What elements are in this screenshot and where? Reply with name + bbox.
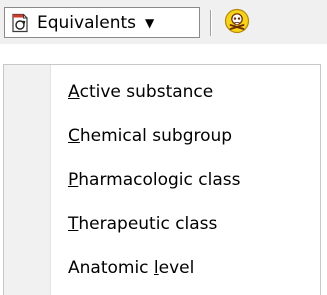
- menu-item-mnemonic: A: [68, 82, 80, 102]
- toolbar: Equivalents ▼: [0, 0, 327, 44]
- equivalents-menu: Active substance Chemical subgroup Pharm…: [3, 64, 321, 295]
- menu-item-label: evel: [158, 258, 195, 278]
- toxicity-button[interactable]: [222, 8, 252, 38]
- menu-item-label: Anatomic: [68, 258, 154, 278]
- caret-down-icon: ▼: [145, 15, 155, 30]
- menu-item-anatomic-level[interactable]: Anatomic l evel: [4, 246, 320, 290]
- menu-item-label: ctive substance: [79, 82, 214, 102]
- menu-item-active-substance[interactable]: Active substance: [4, 70, 320, 114]
- menu-item-mnemonic: P: [68, 170, 79, 190]
- equivalents-label: Equivalents: [37, 12, 136, 33]
- skull-crossbones-icon: [224, 8, 250, 38]
- menu-item-therapeutic-class[interactable]: Therapeutic class: [4, 202, 320, 246]
- menu-item-label: hemical subgroup: [79, 126, 233, 146]
- menu-item-mnemonic: C: [68, 126, 80, 146]
- toolbar-separator: [210, 10, 212, 36]
- menu-item-pharmacologic-class[interactable]: Pharmacologic class: [4, 158, 320, 202]
- menu-item-chemical-subgroup[interactable]: Chemical subgroup: [4, 114, 320, 158]
- document-refresh-icon: [9, 12, 31, 34]
- menu-list: Active substance Chemical subgroup Pharm…: [4, 70, 320, 290]
- menu-item-label: harmacologic class: [78, 170, 241, 190]
- menu-item-mnemonic: T: [68, 214, 79, 234]
- equivalents-dropdown-button[interactable]: Equivalents ▼: [4, 7, 200, 38]
- menu-item-label: herapeutic class: [78, 214, 218, 234]
